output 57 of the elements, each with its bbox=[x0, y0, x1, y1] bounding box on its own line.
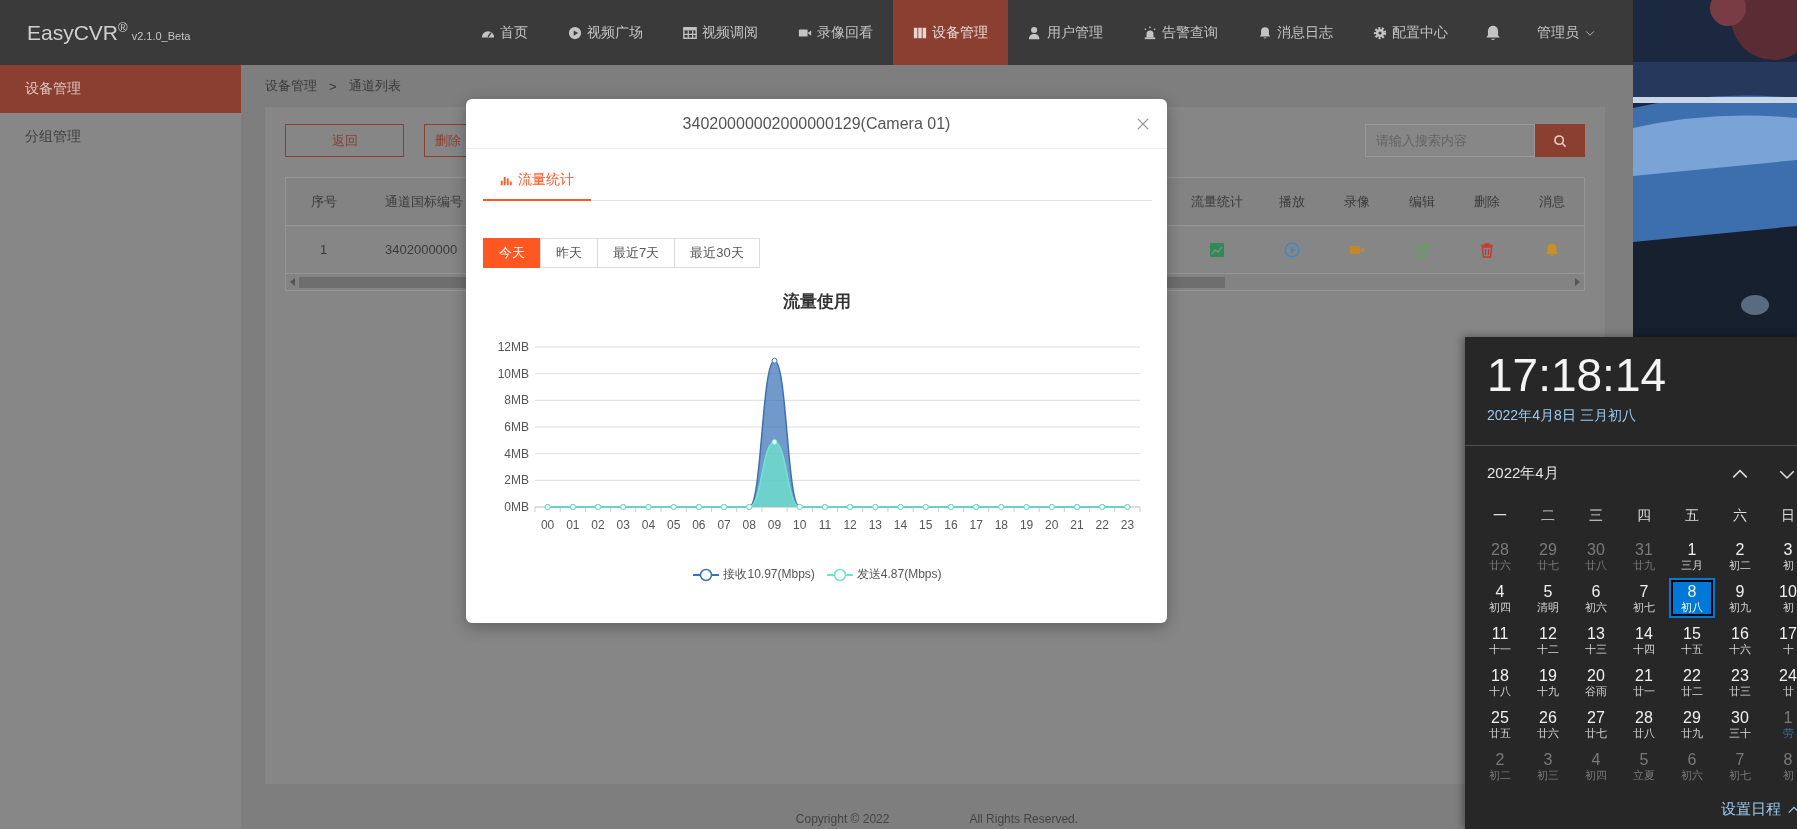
axis-label: 02 bbox=[591, 518, 605, 532]
axis-label: 0MB bbox=[504, 500, 529, 514]
weekday-label: 六 bbox=[1732, 506, 1748, 525]
clock-time: 17:18:14 bbox=[1486, 348, 1668, 399]
axis-label: 08 bbox=[742, 518, 756, 532]
axis-label: 16 bbox=[944, 518, 958, 532]
table-cell-text: 1 bbox=[318, 241, 329, 259]
breadcrumb-item: 通道列表 bbox=[348, 77, 401, 95]
axis-label: 05 bbox=[666, 518, 681, 532]
axis-label: 06 bbox=[692, 518, 706, 532]
chart-title: 流量使用 bbox=[782, 292, 851, 311]
column-header: 消息 bbox=[1537, 192, 1566, 211]
column-header: 序号 bbox=[309, 192, 338, 211]
axis-label: 04 bbox=[641, 518, 656, 532]
axis-label: 21 bbox=[1070, 518, 1084, 532]
axis-label: 10 bbox=[793, 518, 807, 532]
column-header: 删除 bbox=[1472, 192, 1501, 211]
copyright-text: Copyright © 2022 bbox=[795, 812, 890, 826]
axis-label: 14 bbox=[893, 518, 908, 532]
axis-label: 4MB bbox=[504, 446, 529, 461]
axis-label: 15 bbox=[919, 518, 933, 532]
axis-label: 11 bbox=[818, 518, 832, 532]
column-header: 流量统计 bbox=[1190, 192, 1244, 211]
axis-label: 23 bbox=[1120, 518, 1135, 532]
copyright-text: All Rights Reserved. bbox=[969, 812, 1079, 826]
app-logo: EasyCVR$^{®}$ bbox=[27, 20, 128, 45]
axis-label: 22 bbox=[1095, 518, 1109, 532]
column-header: 通道国标编号 bbox=[385, 192, 463, 211]
axis-label: 6MB bbox=[504, 420, 529, 434]
table-cell: 3402000000 bbox=[385, 242, 458, 257]
axis-label: 12 bbox=[843, 518, 857, 532]
axis-label: 00 bbox=[540, 518, 555, 532]
axis-label: 2MB bbox=[504, 473, 529, 488]
column-header: 编辑 bbox=[1407, 192, 1436, 211]
axis-label: 01 bbox=[566, 518, 580, 532]
breadcrumb-separator: > bbox=[329, 78, 337, 94]
axis-label: 07 bbox=[717, 518, 731, 532]
version-label: v2.1.0_Beta bbox=[131, 30, 191, 42]
weekday-label: 四 bbox=[1636, 506, 1652, 525]
weekday-label: 一 bbox=[1492, 506, 1508, 525]
weekday-label: 二 bbox=[1540, 506, 1556, 525]
axis-label: 19 bbox=[1019, 518, 1034, 532]
weekday-label: 日 bbox=[1780, 506, 1796, 525]
axis-label: 10MB bbox=[497, 366, 529, 381]
column-header: 播放 bbox=[1277, 192, 1306, 211]
axis-label: 09 bbox=[767, 518, 782, 532]
axis-label: 12MB bbox=[497, 340, 529, 354]
dialog-title: 34020000002000000129(Camera 01) bbox=[682, 114, 951, 133]
axis-label: 8MB bbox=[504, 393, 529, 408]
axis-label: 20 bbox=[1045, 518, 1059, 532]
axis-label: 03 bbox=[616, 518, 630, 532]
column-header: 录像 bbox=[1342, 192, 1371, 211]
axis-label: 13 bbox=[868, 518, 882, 532]
weekday-label: 五 bbox=[1684, 506, 1700, 525]
axis-label: 18 bbox=[994, 518, 1009, 532]
weekday-label: 三 bbox=[1588, 506, 1604, 525]
axis-label: 17 bbox=[969, 518, 983, 532]
